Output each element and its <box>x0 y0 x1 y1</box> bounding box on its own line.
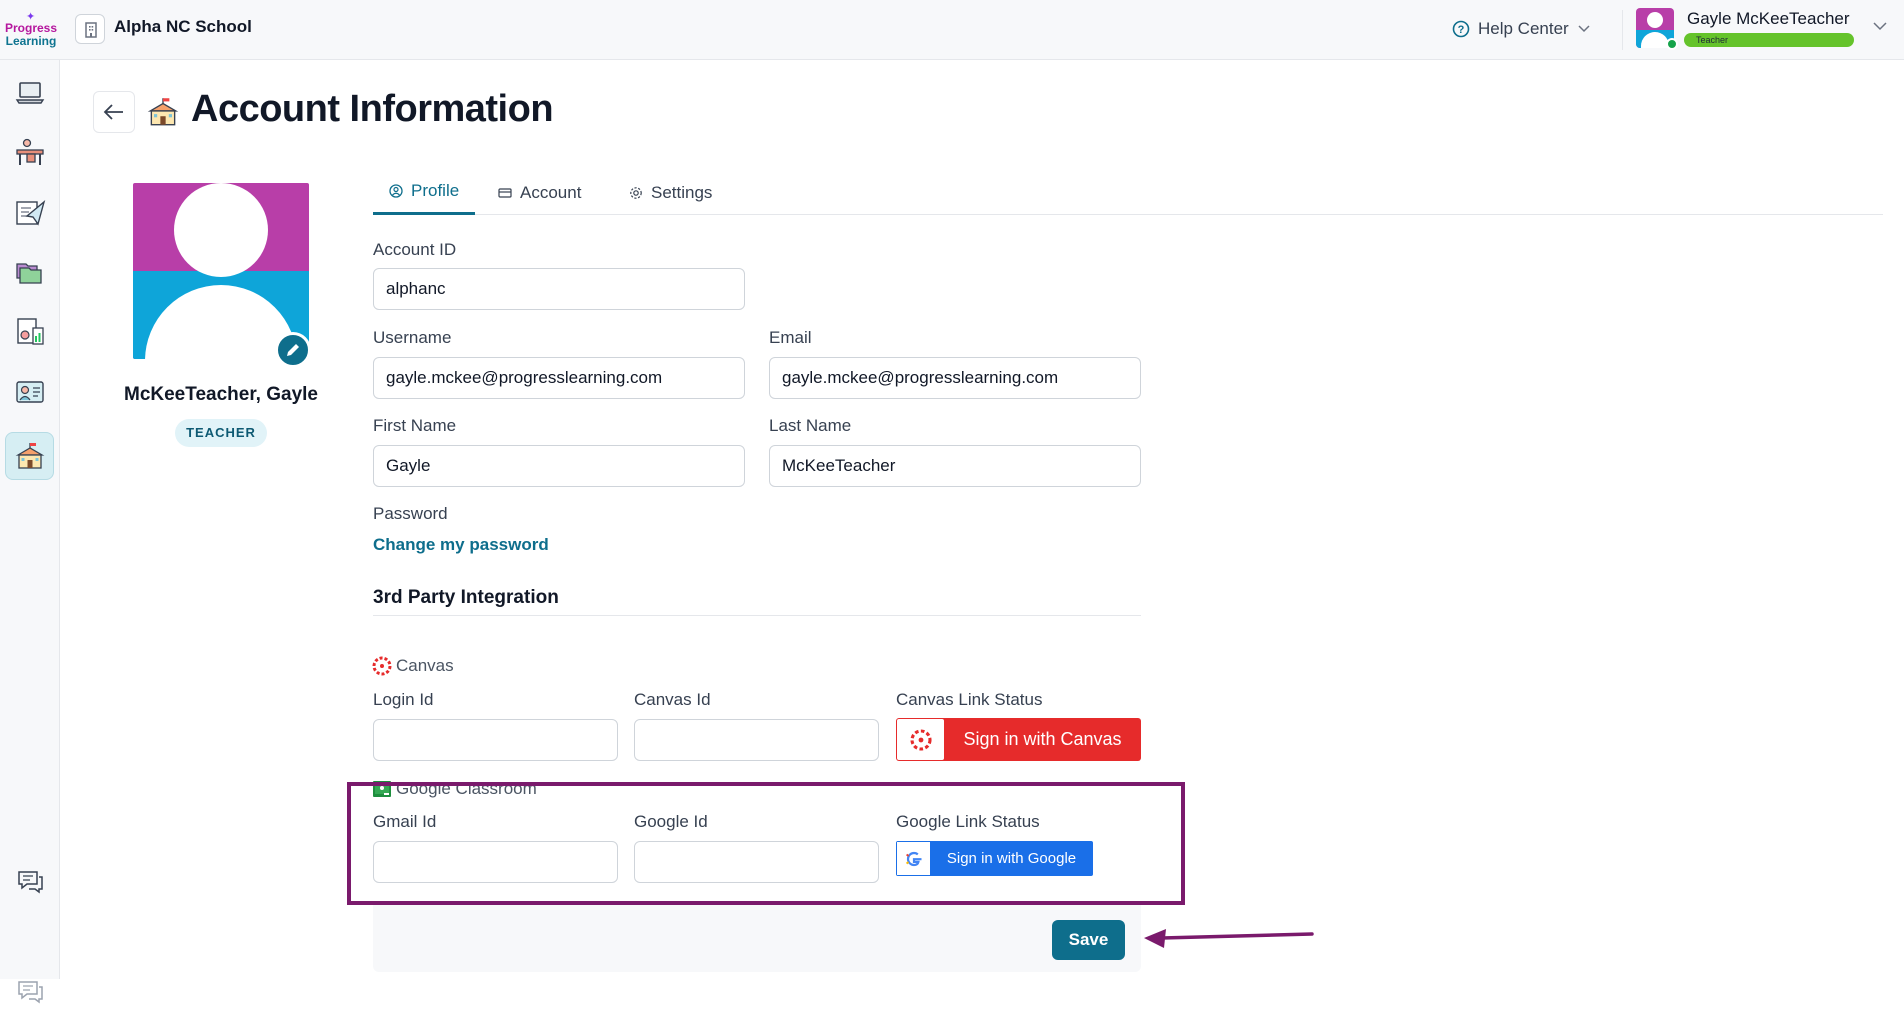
canvas-provider-name: Canvas <box>396 656 454 675</box>
password-label: Password <box>373 504 448 523</box>
canvas-logo-icon <box>372 656 392 676</box>
account-id-input[interactable] <box>373 268 745 310</box>
user-role-badge: Teacher <box>1684 33 1854 47</box>
logo-text-line2: Learning <box>5 34 57 48</box>
section-divider <box>373 615 1141 616</box>
tab-account-label: Account <box>520 182 582 202</box>
folders-icon <box>15 263 42 284</box>
pencil-icon <box>287 344 299 356</box>
profile-name: McKeeTeacher, Gayle <box>124 384 318 405</box>
arrow-left-icon <box>103 104 123 120</box>
help-center-menu[interactable]: ? Help Center <box>1452 16 1591 42</box>
svg-text:?: ? <box>1458 24 1465 36</box>
tab-settings[interactable]: Settings <box>613 170 728 215</box>
account-id-label: Account ID <box>373 240 457 259</box>
sidebar-item-chat[interactable] <box>5 858 54 906</box>
role-badge: TEACHER <box>175 419 267 447</box>
email-input[interactable] <box>769 357 1141 399</box>
chat-disabled-icon <box>17 981 43 1004</box>
assignment-send-icon <box>15 200 45 226</box>
canvas-id-input[interactable] <box>634 719 879 761</box>
progress-learning-logo[interactable]: ✦ Progress Learning <box>4 8 58 54</box>
card-icon <box>498 187 512 198</box>
logo-spark-icon: ✦ <box>26 11 36 23</box>
classroom-desk-icon <box>15 138 44 165</box>
sidebar-item-reports[interactable] <box>5 308 54 356</box>
profile-tabs: Profile Account Settings <box>373 170 1883 215</box>
canvas-provider-heading: Canvas <box>372 656 454 676</box>
school-title-icon <box>147 98 179 126</box>
header-divider <box>1622 10 1623 50</box>
canvas-logo-icon <box>897 719 944 760</box>
email-label: Email <box>769 328 812 347</box>
integration-section-title: 3rd Party Integration <box>373 587 559 608</box>
help-circle-icon: ? <box>1452 20 1470 38</box>
page-title: Account Information <box>191 88 554 130</box>
laptop-icon <box>15 82 44 104</box>
chevron-down-icon <box>1578 25 1590 33</box>
user-circle-icon <box>389 184 403 198</box>
annotation-highlight-box <box>347 782 1185 905</box>
tab-profile[interactable]: Profile <box>373 170 476 215</box>
top-bar: ✦ Progress Learning Alpha NC School ? He… <box>0 0 1904 60</box>
first-name-label: First Name <box>373 416 457 435</box>
sidebar-item-dashboard[interactable] <box>5 68 54 116</box>
canvas-link-status-label: Canvas Link Status <box>896 690 1043 709</box>
school-icon <box>15 443 44 469</box>
sidebar-item-chat-secondary[interactable] <box>5 968 54 1016</box>
sidebar-item-assignments[interactable] <box>5 188 54 236</box>
tab-profile-label: Profile <box>411 181 460 200</box>
username-input[interactable] <box>373 357 745 399</box>
last-name-label: Last Name <box>769 416 852 435</box>
user-menu-chevron-icon[interactable] <box>1872 20 1888 32</box>
sidebar <box>0 60 60 1004</box>
user-name[interactable]: Gayle McKeeTeacher <box>1687 9 1850 29</box>
annotation-arrow-icon <box>1144 929 1314 948</box>
last-name-input[interactable] <box>769 445 1141 487</box>
sidebar-item-classes[interactable] <box>5 128 54 176</box>
online-check-icon <box>1666 38 1678 50</box>
profile-picture <box>133 183 309 359</box>
first-name-input[interactable] <box>373 445 745 487</box>
edit-profile-picture-button[interactable] <box>275 332 311 368</box>
sign-in-with-canvas-button[interactable]: Sign in with Canvas <box>896 718 1141 761</box>
gradebook-icon <box>15 381 44 403</box>
school-building-icon <box>75 14 105 44</box>
sidebar-item-gradebook[interactable] <box>5 368 54 416</box>
canvas-login-id-input[interactable] <box>373 719 618 761</box>
chat-icon <box>17 871 43 894</box>
back-button[interactable] <box>93 91 135 133</box>
save-button[interactable]: Save <box>1052 920 1125 960</box>
help-center-label: Help Center <box>1478 19 1569 38</box>
sidebar-item-school[interactable] <box>5 432 54 480</box>
change-password-link[interactable]: Change my password <box>373 535 549 555</box>
canvas-id-label: Canvas Id <box>634 690 711 709</box>
canvas-button-label: Sign in with Canvas <box>963 729 1122 749</box>
school-name: Alpha NC School <box>114 17 252 36</box>
username-label: Username <box>373 328 452 347</box>
canvas-login-id-label: Login Id <box>373 690 434 709</box>
tab-settings-label: Settings <box>651 182 713 202</box>
tab-account[interactable]: Account <box>482 170 597 215</box>
reports-icon <box>16 318 44 345</box>
gear-icon <box>630 186 642 199</box>
sidebar-item-library[interactable] <box>5 248 54 296</box>
form-footer <box>373 905 1141 972</box>
